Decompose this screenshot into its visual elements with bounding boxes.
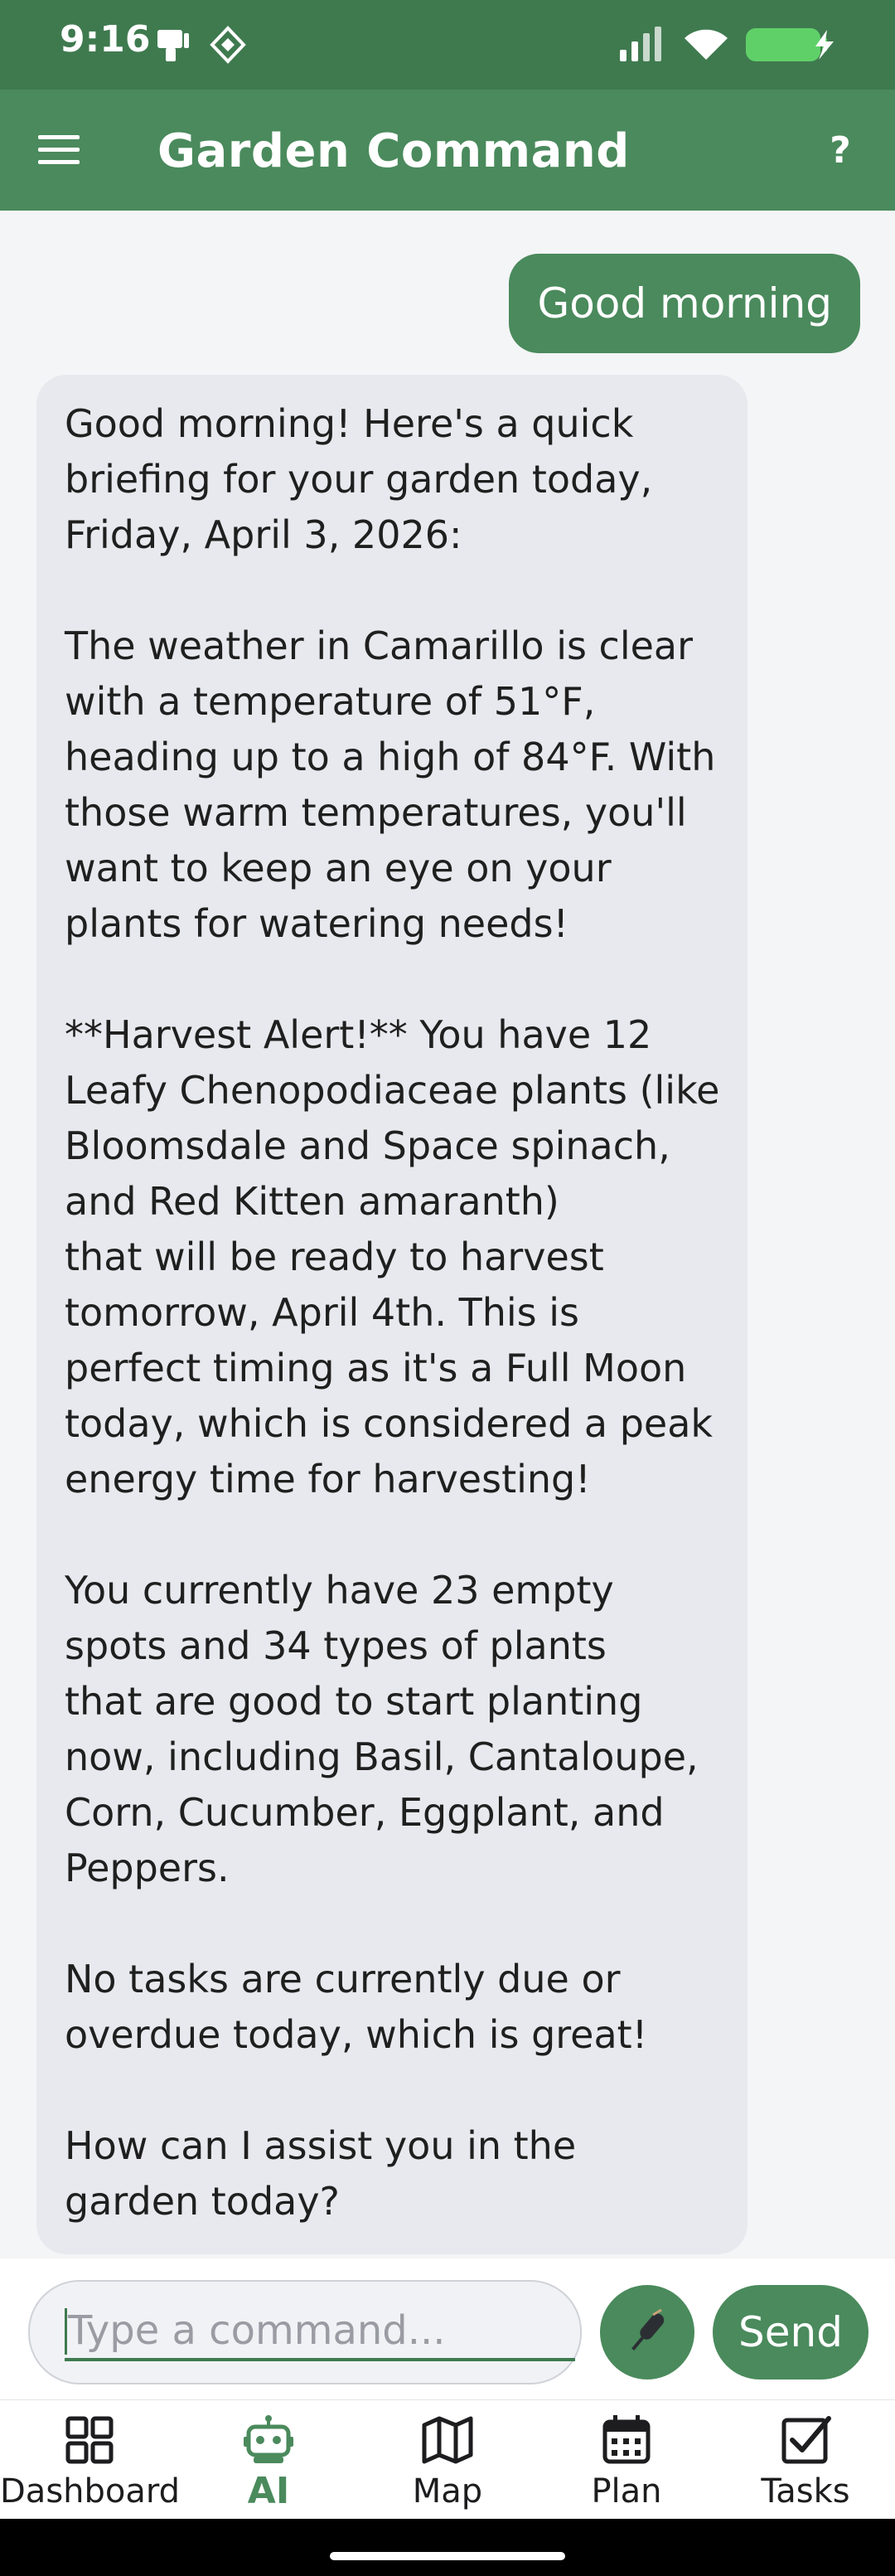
user-message-bubble: Good morning <box>509 254 860 353</box>
grid-icon <box>65 2416 114 2464</box>
status-time: 9:16 <box>60 18 151 61</box>
text-caret <box>65 2308 67 2355</box>
ai-paragraph: No tasks are currently due or overdue to… <box>65 1957 648 2057</box>
microphone-icon <box>631 2308 665 2350</box>
calendar-icon <box>602 2415 651 2464</box>
map-icon <box>422 2416 473 2464</box>
nav-map[interactable]: Map <box>358 2413 537 2513</box>
nav-label: Plan <box>591 2472 662 2511</box>
ai-paragraph: Good morning! Here's a quick briefing fo… <box>65 401 653 557</box>
bottom-navigation: Dashboard AI Map Plan Tasks <box>0 2399 895 2520</box>
wifi-icon <box>681 25 731 68</box>
nav-dashboard[interactable]: Dashboard <box>0 2413 181 2513</box>
checkbox-icon <box>781 2416 831 2464</box>
nav-ai[interactable]: AI <box>179 2413 358 2513</box>
help-button[interactable]: ? <box>815 126 865 176</box>
ai-message-bubble: Good morning! Here's a quick briefing fo… <box>36 375 747 2254</box>
nav-label: Dashboard <box>0 2472 181 2511</box>
nav-plan[interactable]: Plan <box>537 2413 716 2513</box>
nav-label: Tasks <box>761 2472 850 2511</box>
chat-thread[interactable]: Good morning Good morning! Here's a quic… <box>0 211 895 2258</box>
signal-icon <box>617 25 666 68</box>
command-input-placeholder[interactable]: Type a command... <box>65 2307 575 2361</box>
diamond-notification-icon <box>209 25 247 68</box>
command-input[interactable]: Type a command... <box>28 2280 582 2384</box>
command-input-bar: Type a command... Send <box>0 2258 895 2399</box>
ai-paragraph: The weather in Camarillo is clear with a… <box>65 623 716 946</box>
ai-paragraph: **Harvest Alert!** You have 12 Leafy Che… <box>65 1012 720 1501</box>
nav-label: AI <box>247 2470 290 2512</box>
phone-cast-icon <box>154 25 192 68</box>
home-gesture-bar[interactable] <box>330 2552 565 2560</box>
ai-paragraph: You currently have 23 empty spots and 34… <box>65 1568 699 1890</box>
hamburger-menu-icon[interactable] <box>30 125 90 175</box>
robot-icon <box>244 2415 293 2463</box>
microphone-button[interactable] <box>600 2285 694 2380</box>
nav-tasks[interactable]: Tasks <box>716 2413 895 2513</box>
status-bar: 9:16 <box>0 0 895 90</box>
app-bar: Garden Command ? <box>0 90 895 211</box>
nav-label: Map <box>412 2472 483 2511</box>
system-navigation-area <box>0 2519 895 2576</box>
battery-charging-icon <box>744 25 837 68</box>
app-title: Garden Command <box>157 124 630 178</box>
send-button[interactable]: Send <box>713 2285 868 2380</box>
ai-paragraph: How can I assist you in the garden today… <box>65 2123 577 2224</box>
